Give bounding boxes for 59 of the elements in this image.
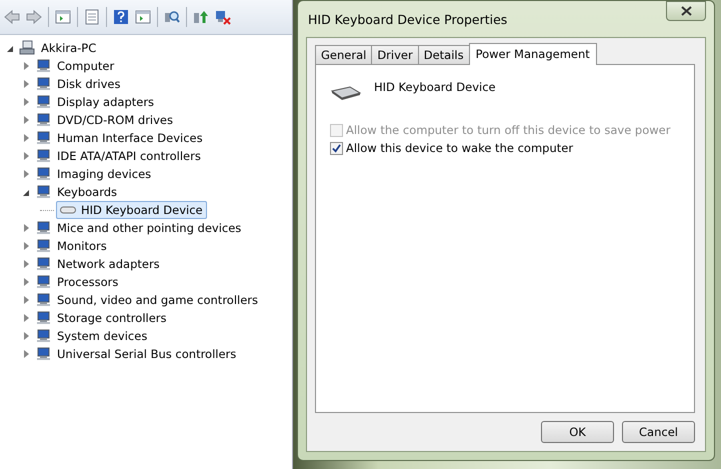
tree-item[interactable]: Sound, video and game controllers [56,293,260,307]
tree-item[interactable]: IDE ATA/ATAPI controllers [56,149,202,163]
tree-item[interactable]: Mice and other pointing devices [56,221,242,235]
tree-item[interactable]: Monitors [56,239,108,253]
window-title: HID Keyboard Device Properties [307,12,508,26]
device-icon [35,256,51,272]
keyboard-icon [330,85,362,101]
computer-icon [19,40,35,56]
device-icon [35,346,51,362]
tree-item[interactable]: DVD/CD-ROM drives [56,113,174,127]
tree-item[interactable]: Imaging devices [56,167,152,181]
tree-item[interactable]: Computer [56,59,116,73]
device-icon [35,112,51,128]
tree-item[interactable]: Human Interface Devices [56,131,204,145]
checkbox[interactable] [330,142,343,154]
device-icon [35,274,51,290]
tree-item[interactable]: Display adapters [56,95,156,109]
tree-item[interactable]: Processors [56,275,120,289]
keyboard-icon [60,205,76,215]
tab[interactable]: Details [418,45,470,64]
option-label: Allow this device to wake the computer [346,141,574,155]
forward-icon[interactable] [26,9,42,25]
device-icon [35,166,51,182]
close-icon [680,6,692,16]
tree-item[interactable]: HID Keyboard Device [56,201,207,219]
help-icon[interactable] [113,9,129,25]
tree-item[interactable]: Network adapters [56,257,161,271]
device-name: HID Keyboard Device [374,79,496,94]
cancel-button[interactable]: Cancel [622,421,695,443]
back-icon[interactable] [4,9,20,25]
tree-item[interactable]: Storage controllers [56,311,168,325]
ok-button[interactable]: OK [541,421,614,443]
tab[interactable]: General [315,45,372,64]
tree-item[interactable]: Disk drives [56,77,122,91]
uninstall-icon[interactable] [215,9,231,25]
device-icon [35,238,51,254]
tree-item[interactable]: Universal Serial Bus controllers [56,347,238,361]
close-button[interactable] [666,1,706,21]
tab[interactable]: Power Management [468,43,597,65]
option-label: Allow the computer to turn off this device to save power [346,123,670,137]
device-icon [35,292,51,308]
scan-icon[interactable] [164,9,180,25]
tree-item[interactable]: Keyboards [56,185,118,199]
properties-icon[interactable] [84,9,100,25]
device-icon [35,130,51,146]
device-icon [35,220,51,236]
panel-icon[interactable] [55,9,71,25]
update-icon[interactable] [193,9,209,25]
device-icon [35,58,51,74]
device-icon [35,184,51,200]
tree-item[interactable]: System devices [56,329,148,343]
device-icon [35,76,51,92]
device-icon [35,310,51,326]
tree-item[interactable]: Akkira-PC [40,41,98,55]
panel-icon[interactable] [135,9,151,25]
device-icon [35,148,51,164]
device-icon [35,328,51,344]
tab[interactable]: Driver [371,45,419,64]
device-icon [35,94,51,110]
